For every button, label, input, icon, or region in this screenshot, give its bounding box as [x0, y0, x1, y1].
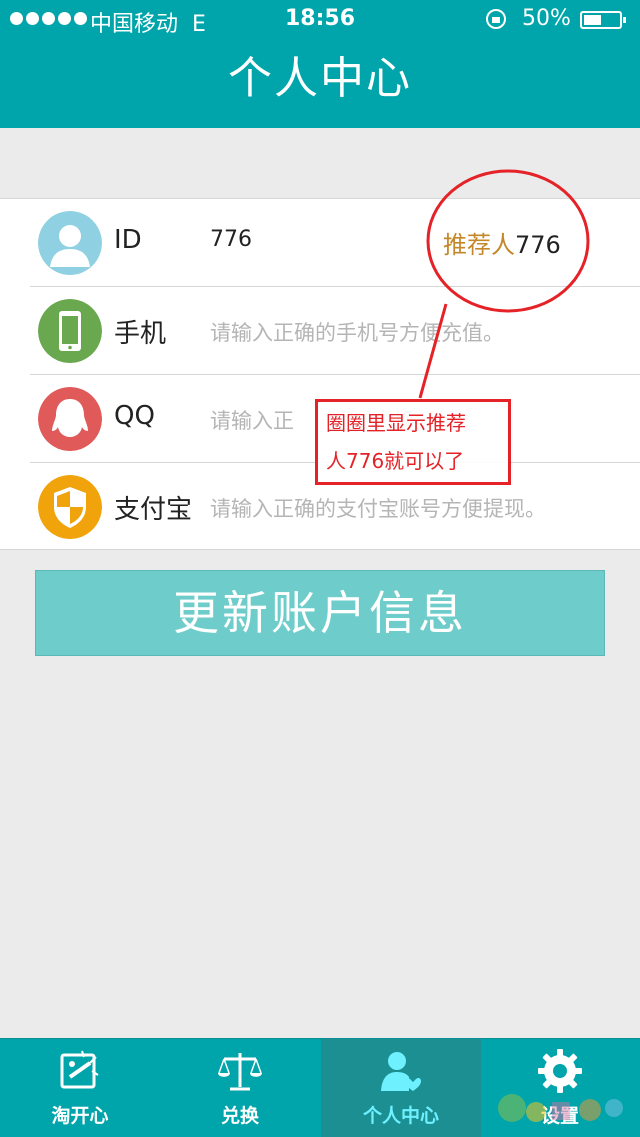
tab-settings[interactable]: 设置 — [480, 1039, 640, 1137]
phone-input[interactable]: 请输入正确的手机号方便充值。 — [210, 317, 504, 347]
tab-label: 兑换 — [220, 1105, 259, 1127]
qq-label: QQ — [114, 401, 155, 431]
magic-card-icon — [60, 1050, 99, 1089]
tab-label: 个人中心 — [362, 1105, 439, 1127]
user-avatar-icon — [38, 211, 102, 275]
annotation-line-1: 圈圈里显示推荐 — [326, 411, 466, 435]
nav-bar: 个人中心 — [0, 40, 640, 128]
tab-label: 淘开心 — [51, 1105, 109, 1127]
annotation-note: 圈圈里显示推荐 人776就可以了 — [315, 399, 511, 485]
id-row: ID 776 推荐人776 — [0, 199, 640, 287]
annotation-line-2: 人776就可以了 — [326, 449, 465, 473]
tab-bar: 淘开心 兑换 个人中心 设置 — [0, 1038, 640, 1137]
battery-icon — [580, 11, 626, 29]
person-heart-icon — [381, 1052, 421, 1091]
tab-label: 设置 — [540, 1105, 579, 1127]
tab-personal-center[interactable]: 个人中心 — [321, 1039, 481, 1137]
gear-icon — [538, 1049, 582, 1093]
phone-icon — [38, 299, 102, 363]
referrer-value: 776 — [515, 231, 561, 259]
account-info-card: ID 776 推荐人776 手机 请输入正确的手机号方便充值。 QQ 请输入正换… — [0, 198, 640, 550]
alipay-input[interactable]: 请输入正确的支付宝账号方便提现。 — [210, 493, 546, 523]
phone-row[interactable]: 手机 请输入正确的手机号方便充值。 — [0, 287, 640, 375]
alipay-label: 支付宝 — [114, 495, 193, 525]
qq-icon — [38, 387, 102, 451]
update-account-button[interactable]: 更新账户信息 — [35, 570, 605, 656]
scales-icon — [218, 1053, 262, 1091]
id-label: ID — [114, 225, 142, 255]
page-title: 个人中心 — [228, 53, 412, 104]
battery-percent: 50% — [522, 6, 571, 31]
tab-exchange[interactable]: 兑换 — [160, 1039, 320, 1137]
referrer-field: 推荐人776 — [443, 225, 561, 260]
phone-label: 手机 — [114, 319, 167, 349]
shield-icon — [38, 475, 102, 539]
referrer-label: 推荐人 — [443, 231, 515, 259]
rotation-lock-icon — [486, 9, 506, 29]
tab-taokaixin[interactable]: 淘开心 — [0, 1039, 160, 1137]
id-value: 776 — [210, 227, 252, 252]
status-bar: 中国移动 E 18:56 50% — [0, 0, 640, 40]
